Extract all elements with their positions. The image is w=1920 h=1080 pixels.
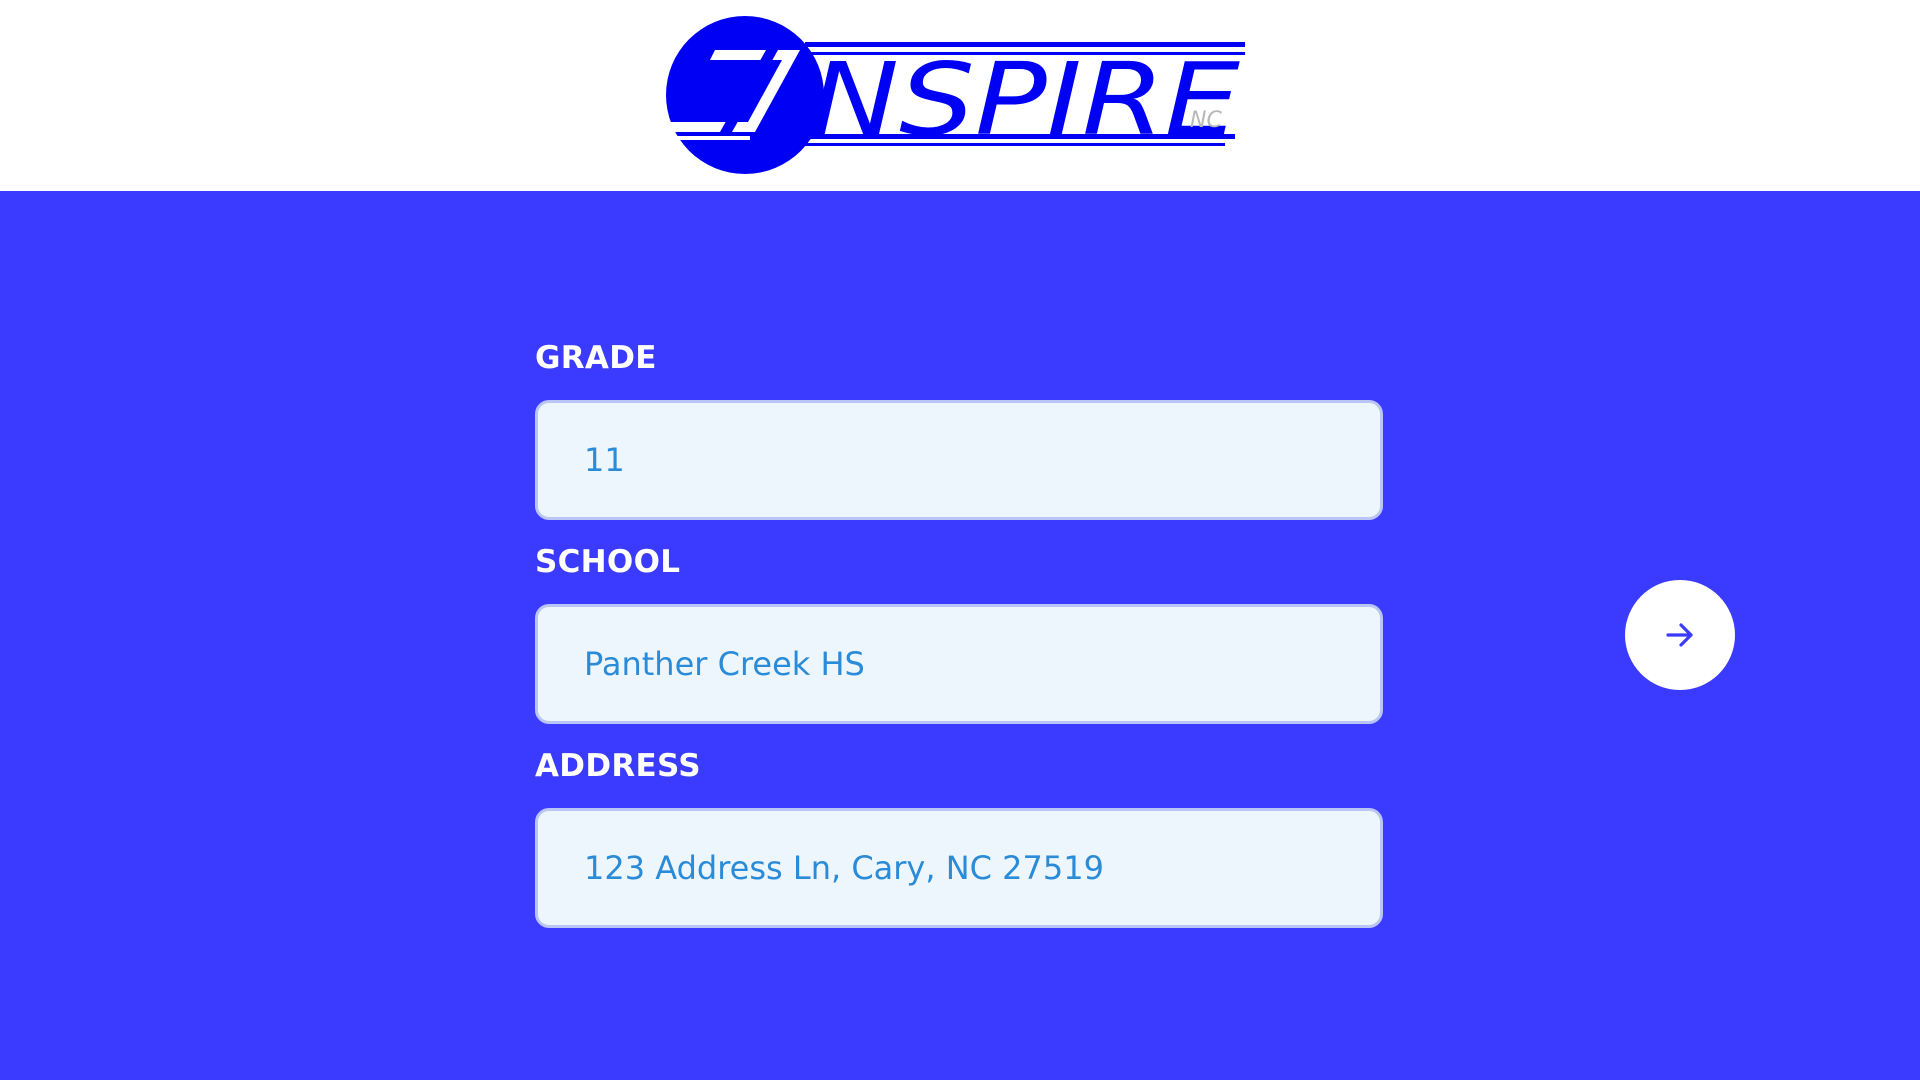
school-input[interactable] [535,604,1383,724]
logo-suffix: NC [1190,108,1222,133]
grade-label: GRADE [535,340,657,376]
address-label: ADDRESS [535,748,701,784]
address-input[interactable] [535,808,1383,928]
logo-wordmark: NSPIRE [810,41,1240,158]
arrow-right-icon [1666,623,1693,647]
grade-input[interactable] [535,400,1383,520]
school-label: SCHOOL [535,544,681,580]
next-button[interactable] [1625,580,1735,690]
header: NSPIRE NC [0,0,1920,191]
inspire-logo: NSPIRE NC [666,16,1245,174]
